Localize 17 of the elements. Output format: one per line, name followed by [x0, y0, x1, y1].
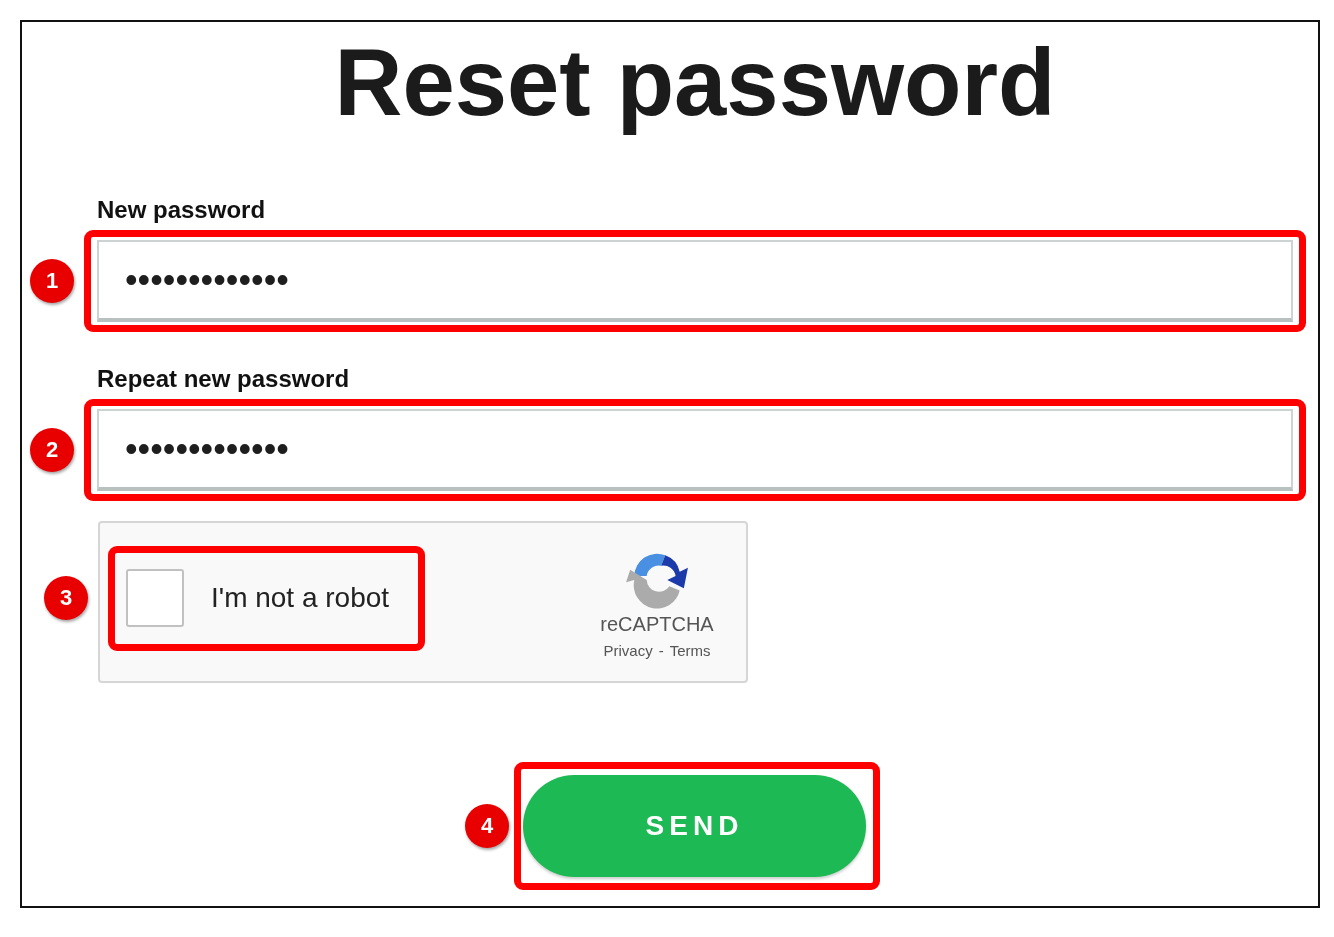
- checkbox-label: I'm not a robot: [211, 582, 390, 614]
- step-number-badge: 4: [465, 803, 509, 848]
- password-field[interactable]: •••••••••••••: [97, 239, 1293, 322]
- captcha-brand: reCAPTCHA: [600, 612, 714, 636]
- step-number-badge: 2: [30, 427, 74, 472]
- password-field[interactable]: •••••••••••••: [97, 408, 1293, 491]
- page-title: Reset password: [333, 29, 1057, 137]
- separator: -: [658, 641, 664, 659]
- terms-link[interactable]: Terms: [669, 641, 711, 659]
- privacy-link[interactable]: Privacy: [603, 641, 653, 659]
- password-value: •••••••••••••: [125, 258, 289, 301]
- checkbox[interactable]: [126, 569, 184, 627]
- step-number-badge: 3: [44, 576, 88, 620]
- field-label: New password: [97, 195, 267, 224]
- password-value: •••••••••••••: [125, 427, 289, 470]
- field-label: Repeat new password: [97, 364, 351, 393]
- step-number-badge: 1: [30, 258, 74, 303]
